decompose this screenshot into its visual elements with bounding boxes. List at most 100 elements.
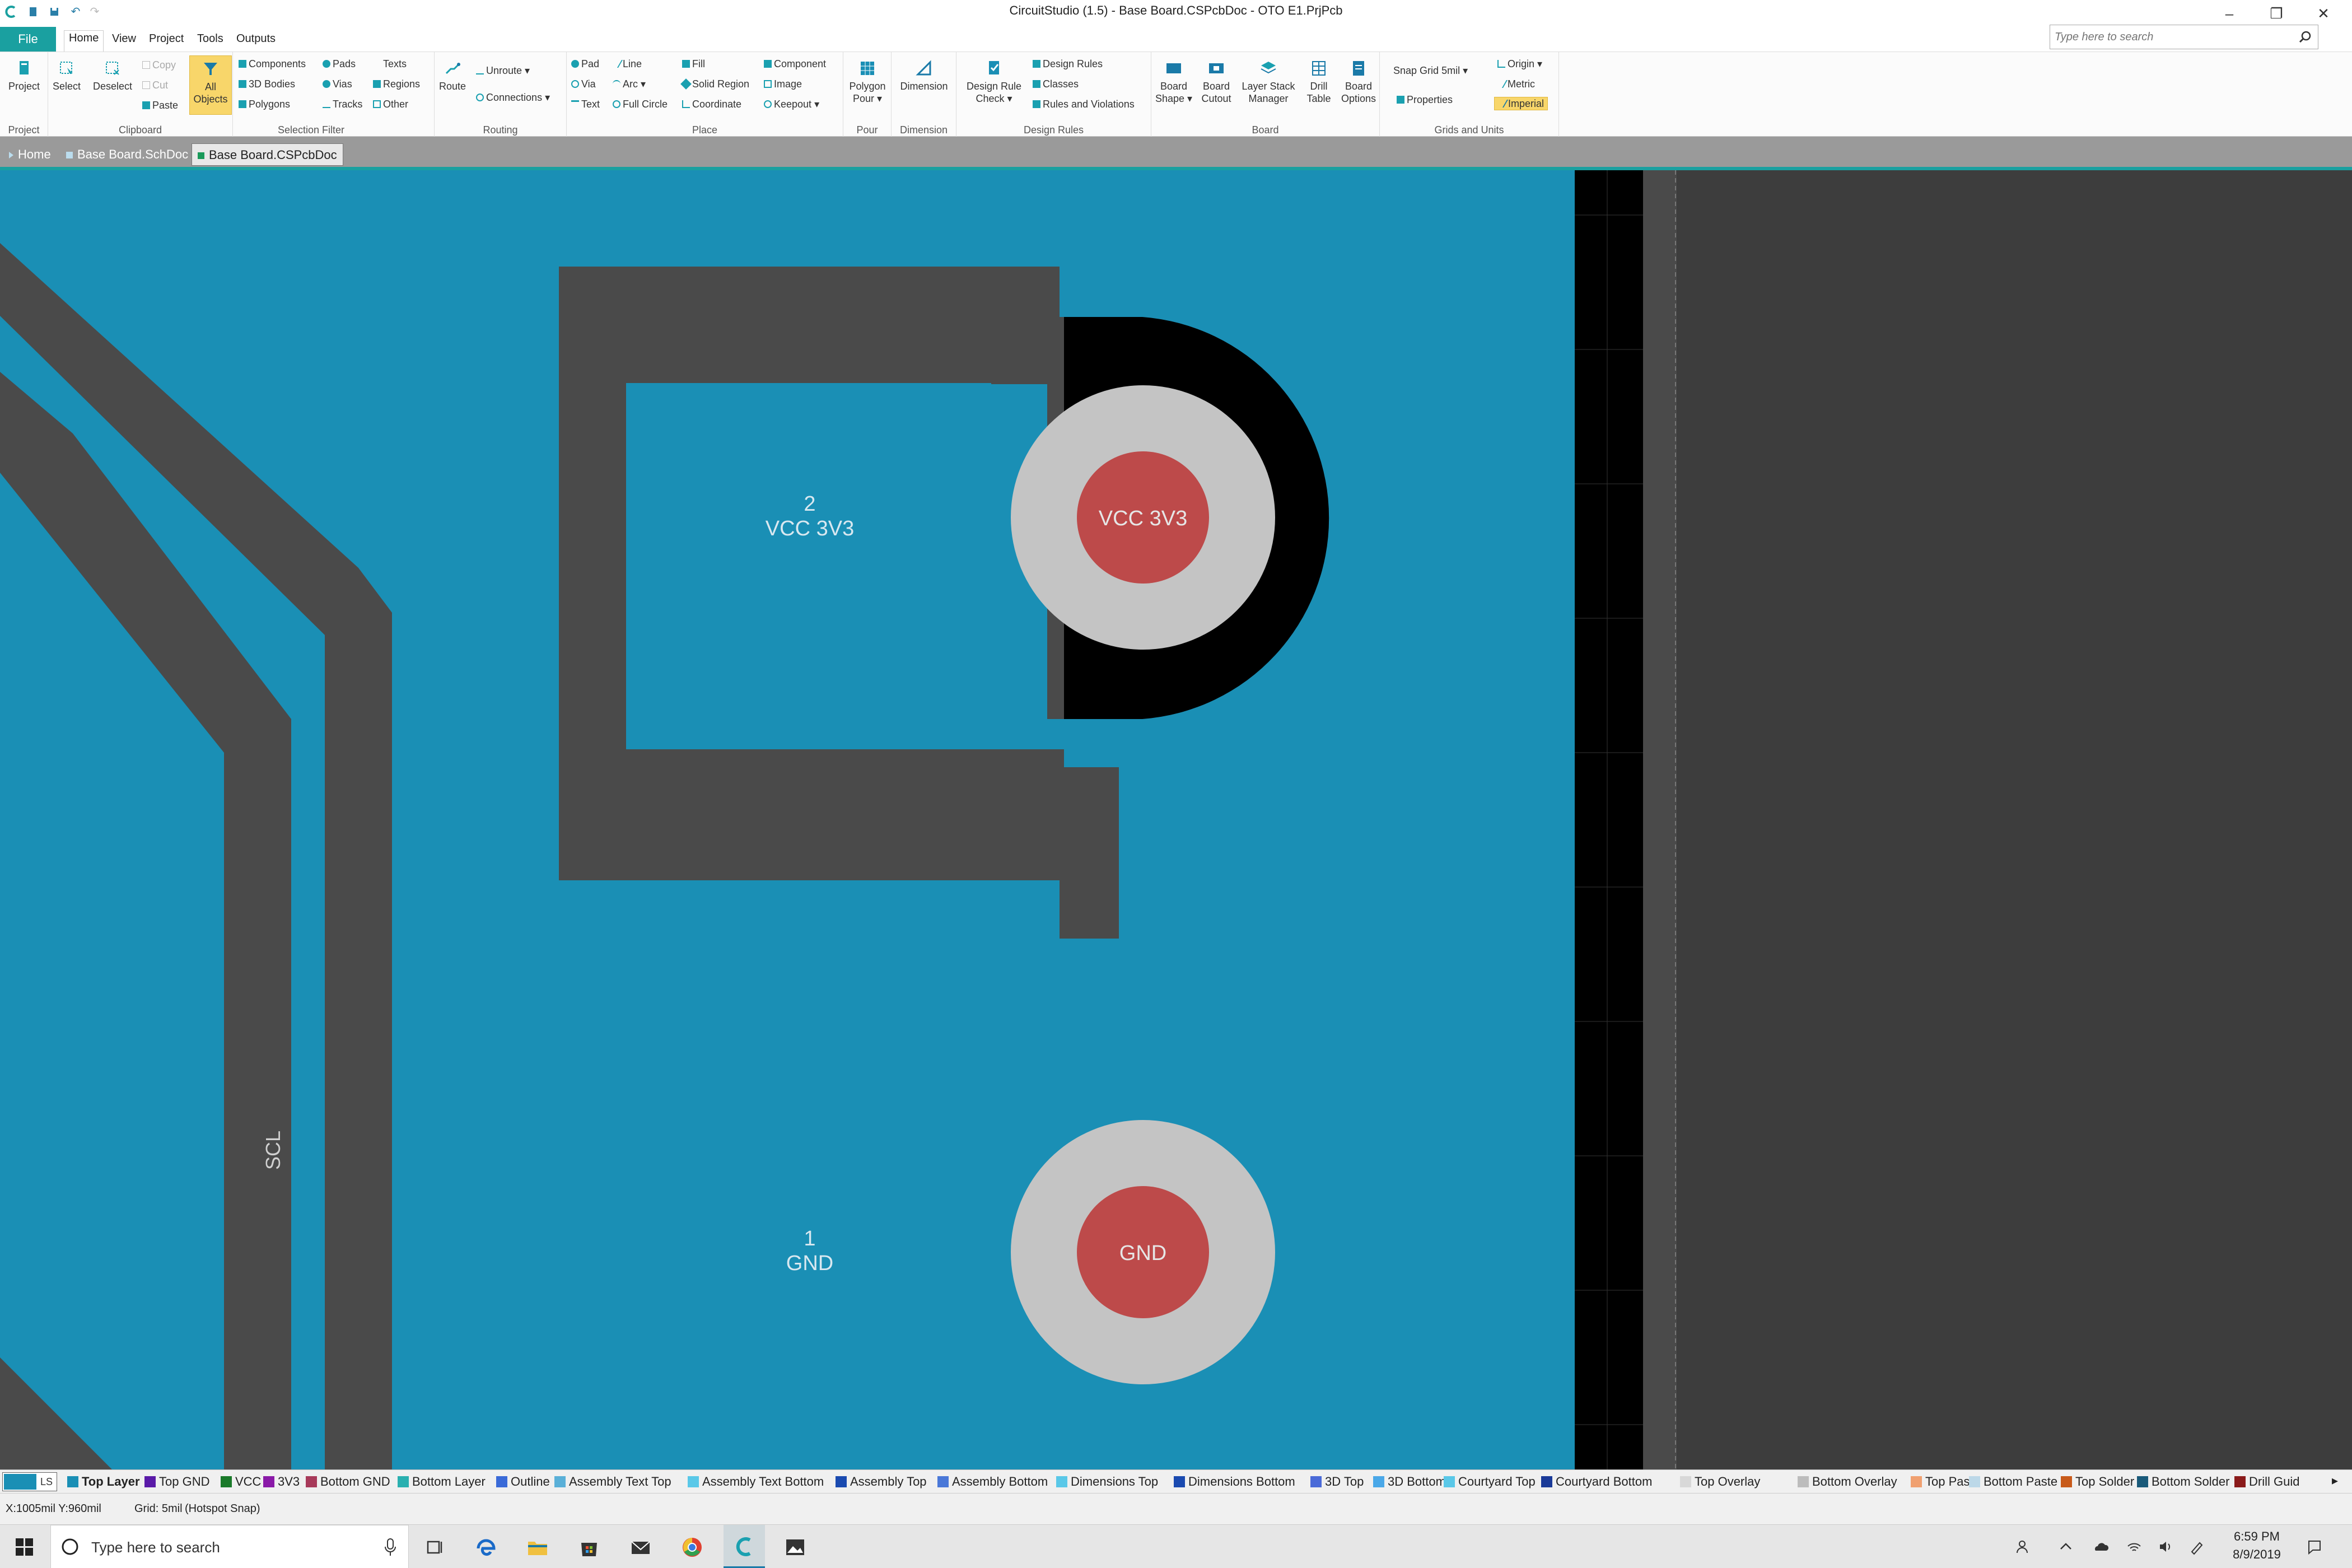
- mail-icon[interactable]: [628, 1535, 653, 1560]
- place-via[interactable]: Via: [571, 78, 596, 90]
- filter-vias[interactable]: Vias: [323, 78, 352, 90]
- layer-tab-assembly-top[interactable]: Assembly Top: [836, 1474, 927, 1489]
- layer-tab-dimensions-bottom[interactable]: Dimensions Bottom: [1174, 1474, 1295, 1489]
- project-button[interactable]: Project: [4, 59, 44, 92]
- drill-table-button[interactable]: Drill Table: [1299, 59, 1338, 105]
- layer-tab-outline[interactable]: Outline: [496, 1474, 550, 1489]
- onedrive-icon[interactable]: [2092, 1538, 2109, 1555]
- tab-outputs[interactable]: Outputs: [232, 31, 280, 46]
- layer-tab-3v3[interactable]: 3V3: [263, 1474, 300, 1489]
- tab-view[interactable]: View: [108, 31, 141, 46]
- design-rules-button[interactable]: Design Rules: [1033, 58, 1103, 70]
- chrome-icon[interactable]: [680, 1535, 704, 1560]
- tab-tools[interactable]: Tools: [193, 31, 228, 46]
- edge-icon[interactable]: [474, 1535, 498, 1560]
- layer-tab-assembly-text-bottom[interactable]: Assembly Text Bottom: [688, 1474, 824, 1489]
- grid-properties-button[interactable]: Properties: [1397, 94, 1453, 106]
- circuitstudio-taskbar-button[interactable]: [724, 1525, 765, 1568]
- place-line[interactable]: Line: [610, 58, 642, 70]
- tab-project[interactable]: Project: [144, 31, 188, 46]
- search-input[interactable]: [2055, 29, 2290, 45]
- connections-button[interactable]: Connections ▾: [476, 91, 550, 104]
- taskbar-date[interactable]: 8/9/2019: [2223, 1547, 2290, 1562]
- layer-tab-courtyard-bottom[interactable]: Courtyard Bottom: [1541, 1474, 1652, 1489]
- place-text[interactable]: Text: [571, 98, 600, 110]
- current-layer-indicator[interactable]: LS: [2, 1472, 57, 1491]
- place-full-circle[interactable]: Full Circle: [613, 98, 668, 110]
- place-solid-region[interactable]: Solid Region: [680, 78, 749, 90]
- layer-scroll-right-icon[interactable]: ▸: [2332, 1473, 2338, 1488]
- place-pad[interactable]: Pad: [571, 58, 599, 70]
- deselect-button[interactable]: Deselect: [87, 59, 138, 92]
- filter-other[interactable]: Other: [373, 98, 408, 110]
- filter-polygons[interactable]: Polygons: [239, 98, 290, 110]
- notifications-icon[interactable]: [2306, 1538, 2323, 1555]
- layer-tab-3d-top[interactable]: 3D Top: [1310, 1474, 1364, 1489]
- place-fill[interactable]: Fill: [682, 58, 705, 70]
- filter-components[interactable]: Components: [239, 58, 306, 70]
- board-cutout-button[interactable]: Board Cutout: [1195, 59, 1238, 105]
- filter-tracks[interactable]: Tracks: [323, 98, 362, 110]
- layer-tab-bottom-paste[interactable]: Bottom Paste: [1969, 1474, 2057, 1489]
- all-objects-button[interactable]: All Objects: [189, 55, 232, 115]
- layer-tab-top-layer[interactable]: Top Layer: [67, 1474, 140, 1489]
- classes-button[interactable]: Classes: [1033, 78, 1079, 90]
- layer-tab-assembly-bottom[interactable]: Assembly Bottom: [937, 1474, 1048, 1489]
- close-button[interactable]: ✕: [2309, 3, 2337, 24]
- store-icon[interactable]: [577, 1535, 601, 1560]
- search-icon[interactable]: [2298, 30, 2312, 44]
- layer-tab-top-solder[interactable]: Top Solder: [2061, 1474, 2134, 1489]
- microphone-icon[interactable]: [384, 1538, 397, 1557]
- taskbar-time[interactable]: 6:59 PM: [2223, 1529, 2290, 1544]
- photos-icon[interactable]: [783, 1535, 808, 1560]
- windows-start-icon[interactable]: [12, 1535, 37, 1560]
- polygon-pour-button[interactable]: Polygon Pour ▾: [846, 59, 889, 105]
- place-coordinate[interactable]: Coordinate: [682, 98, 741, 110]
- layer-tab-bottom-layer[interactable]: Bottom Layer: [398, 1474, 486, 1489]
- pcb-drawing[interactable]: SCL VCC 3V3 2 VCC 3V3 GND 1 GND: [0, 170, 2352, 1469]
- imperial-button[interactable]: Imperial: [1494, 97, 1548, 110]
- pen-icon[interactable]: [2188, 1538, 2205, 1555]
- doc-tab-home[interactable]: Home: [3, 143, 57, 166]
- doc-tab-pcbdoc[interactable]: Base Board.CSPcbDoc: [192, 143, 343, 166]
- route-button[interactable]: Route: [435, 59, 470, 92]
- wifi-icon[interactable]: [2126, 1538, 2143, 1555]
- design-rule-check-button[interactable]: Design Rule Check ▾: [959, 59, 1029, 105]
- board-shape-button[interactable]: Board Shape ▾: [1152, 59, 1195, 105]
- unroute-button[interactable]: Unroute ▾: [476, 64, 530, 77]
- people-icon[interactable]: [2015, 1538, 2032, 1555]
- filter-texts[interactable]: Texts: [373, 58, 407, 70]
- task-view-icon[interactable]: [422, 1535, 447, 1560]
- filter-regions[interactable]: Regions: [373, 78, 420, 90]
- snap-grid-dropdown[interactable]: Snap Grid 5mil ▾: [1393, 64, 1468, 77]
- metric-button[interactable]: Metric: [1495, 78, 1535, 90]
- place-keepout[interactable]: Keepout ▾: [764, 98, 819, 110]
- file-explorer-icon[interactable]: [525, 1535, 550, 1560]
- place-arc[interactable]: Arc ▾: [613, 78, 646, 90]
- taskbar-search[interactable]: Type here to search: [50, 1525, 409, 1568]
- minimize-button[interactable]: –: [2215, 3, 2243, 24]
- place-image[interactable]: Image: [764, 78, 802, 90]
- board-options-button[interactable]: Board Options: [1338, 59, 1379, 105]
- select-button[interactable]: Select: [48, 59, 85, 92]
- place-component[interactable]: Component: [764, 58, 826, 70]
- tab-home[interactable]: Home: [64, 30, 104, 52]
- cut-button[interactable]: Cut: [142, 79, 168, 91]
- layer-tab-drill-guid[interactable]: Drill Guid: [2234, 1474, 2299, 1489]
- layer-tab-top-gnd[interactable]: Top GND: [144, 1474, 209, 1489]
- filter-3d-bodies[interactable]: 3D Bodies: [239, 78, 295, 90]
- rules-violations-button[interactable]: Rules and Violations: [1033, 98, 1135, 110]
- layer-tab-courtyard-top[interactable]: Courtyard Top: [1444, 1474, 1536, 1489]
- copy-button[interactable]: Copy: [142, 59, 176, 71]
- file-menu-button[interactable]: File: [0, 27, 56, 52]
- layer-tab-assembly-text-top[interactable]: Assembly Text Top: [554, 1474, 671, 1489]
- layer-tab-bottom-gnd[interactable]: Bottom GND: [306, 1474, 390, 1489]
- doc-tab-schdoc[interactable]: Base Board.SchDoc: [60, 143, 194, 166]
- layer-tab-top-overlay[interactable]: Top Overlay: [1680, 1474, 1760, 1489]
- layer-tab-vcc[interactable]: VCC: [221, 1474, 261, 1489]
- layer-tab-bottom-solder[interactable]: Bottom Solder: [2137, 1474, 2229, 1489]
- layer-stack-manager-button[interactable]: Layer Stack Manager: [1238, 59, 1299, 105]
- filter-pads[interactable]: Pads: [323, 58, 356, 70]
- layer-tab-3d-bottom[interactable]: 3D Bottom: [1373, 1474, 1446, 1489]
- origin-button[interactable]: Origin ▾: [1497, 58, 1542, 70]
